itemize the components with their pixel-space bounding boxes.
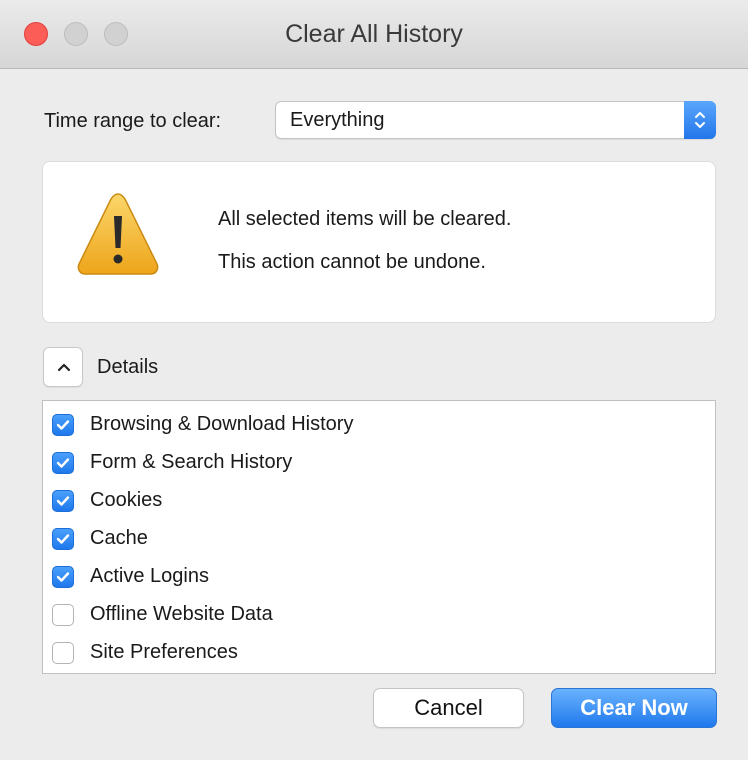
checkbox-active-logins[interactable]	[52, 566, 74, 588]
time-range-value: Everything	[290, 109, 385, 131]
item-label: Offline Website Data	[90, 603, 273, 625]
up-down-chevron-icon	[684, 101, 716, 139]
item-label: Active Logins	[90, 565, 209, 587]
checkbox-site-preferences[interactable]	[52, 642, 74, 664]
checkmark-icon	[56, 420, 70, 430]
checkbox-form-search-history[interactable]	[52, 452, 74, 474]
item-label: Form & Search History	[90, 451, 293, 473]
cancel-button[interactable]: Cancel	[373, 688, 524, 728]
warning-message-line-2: This action cannot be undone.	[218, 251, 486, 273]
item-label: Site Preferences	[90, 641, 238, 663]
clear-now-button[interactable]: Clear Now	[551, 688, 717, 728]
time-range-label: Time range to clear:	[44, 110, 222, 132]
window-title: Clear All History	[285, 20, 463, 48]
clear-history-dialog: Clear All History Time range to clear: E…	[0, 0, 748, 760]
warning-message-line-1: All selected items will be cleared.	[218, 208, 512, 230]
warning-triangle-icon	[77, 193, 159, 275]
checkmark-icon	[56, 458, 70, 468]
checkbox-offline-website-data[interactable]	[52, 604, 74, 626]
checkbox-cache[interactable]	[52, 528, 74, 550]
checkmark-icon	[56, 572, 70, 582]
details-toggle-button[interactable]	[43, 347, 83, 387]
title-bar: Clear All History	[0, 0, 748, 69]
checkbox-cookies[interactable]	[52, 490, 74, 512]
checkmark-icon	[56, 496, 70, 506]
item-label: Cache	[90, 527, 148, 549]
item-label: Cookies	[90, 489, 163, 511]
item-label: Browsing & Download History	[90, 413, 354, 435]
time-range-select[interactable]: Everything	[275, 101, 716, 139]
chevron-up-icon	[57, 363, 71, 372]
checkbox-browsing-download-history[interactable]	[52, 414, 74, 436]
checkmark-icon	[56, 534, 70, 544]
details-label: Details	[97, 356, 159, 378]
